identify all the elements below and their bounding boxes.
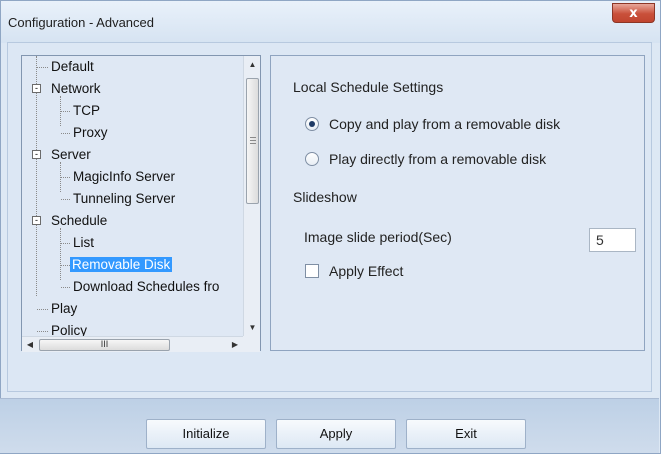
title-bar[interactable]: Configuration - Advanced <box>1 1 660 43</box>
radio-copy-and-play[interactable] <box>305 117 319 131</box>
slide-period-input[interactable]: 5 <box>589 228 636 252</box>
close-icon: x <box>629 5 638 21</box>
tree-item-label: Server <box>51 147 91 162</box>
tree-item-label: Schedule <box>51 213 108 228</box>
grip-line <box>250 143 256 144</box>
tree-item-list[interactable]: List <box>71 233 96 253</box>
scroll-up-icon[interactable]: ▲ <box>244 56 261 73</box>
tree-item-server[interactable]: Server <box>49 145 93 165</box>
tree-item-policy[interactable]: Policy <box>49 321 89 336</box>
grip-line <box>250 137 256 138</box>
tree-line <box>37 67 48 68</box>
tree-item-default[interactable]: Default <box>49 57 96 77</box>
tree-item-label: List <box>73 235 95 250</box>
tree-line <box>61 111 70 112</box>
apply-button[interactable]: Apply <box>276 419 396 449</box>
tree-item-label: Play <box>51 301 78 316</box>
local-schedule-settings-title: Local Schedule Settings <box>293 79 444 95</box>
tree-line <box>61 199 70 200</box>
tree-list: - - - Default Network TCP Proxy Server M… <box>22 56 243 336</box>
collapse-icon[interactable]: - <box>32 84 41 93</box>
scroll-down-icon[interactable]: ▼ <box>244 319 261 336</box>
tree-line <box>61 243 70 244</box>
tree-item-label: TCP <box>73 103 100 118</box>
radio-play-directly[interactable] <box>305 152 319 166</box>
radio-copy-and-play-label[interactable]: Copy and play from a removable disk <box>329 116 560 132</box>
tree-line <box>61 133 70 134</box>
apply-effect-label[interactable]: Apply Effect <box>329 263 403 279</box>
tree-item-removable-disk[interactable]: Removable Disk <box>70 255 173 275</box>
tree-line <box>37 309 48 310</box>
tree-line <box>61 177 70 178</box>
scroll-left-icon[interactable]: ◀ <box>22 337 38 353</box>
tree-vertical-scrollbar[interactable]: ▲ ▼ <box>243 56 260 336</box>
tree-item-label: Tunneling Server <box>73 191 176 206</box>
exit-button[interactable]: Exit <box>406 419 526 449</box>
tree-item-play[interactable]: Play <box>49 299 79 319</box>
initialize-button[interactable]: Initialize <box>146 419 266 449</box>
slide-period-label: Image slide period(Sec) <box>304 229 452 245</box>
window-title: Configuration - Advanced <box>8 15 154 30</box>
tree-item-tcp[interactable]: TCP <box>71 101 102 121</box>
tree-line <box>60 228 61 280</box>
tree-line <box>61 265 70 266</box>
apply-effect-checkbox[interactable] <box>305 264 319 278</box>
tree-item-label: Removable Disk <box>70 257 173 272</box>
tree-item-tunneling-server[interactable]: Tunneling Server <box>71 189 177 209</box>
scrollbar-corner <box>243 336 260 352</box>
collapse-icon[interactable]: - <box>32 150 41 159</box>
tree-item-download-schedules[interactable]: Download Schedules fro <box>71 277 221 297</box>
tree-item-magicinfo-server[interactable]: MagicInfo Server <box>71 167 177 187</box>
horizontal-scroll-thumb[interactable]: III <box>39 339 170 351</box>
grip-line <box>250 140 256 141</box>
slideshow-title: Slideshow <box>293 189 357 205</box>
tree-line <box>61 287 70 288</box>
tree-item-label: MagicInfo Server <box>73 169 176 184</box>
tree-item-proxy[interactable]: Proxy <box>71 123 110 143</box>
tree-horizontal-scrollbar[interactable]: ◀ III ▶ <box>22 336 243 352</box>
tree-item-label: Policy <box>51 323 88 336</box>
close-button[interactable]: x <box>612 3 655 23</box>
collapse-icon[interactable]: - <box>32 216 41 225</box>
tree-item-network[interactable]: Network <box>49 79 103 99</box>
vertical-scroll-thumb[interactable] <box>246 78 259 204</box>
tree-item-label: Default <box>51 59 94 74</box>
tree-item-schedule[interactable]: Schedule <box>49 211 109 231</box>
tree-item-label: Download Schedules fro <box>73 279 220 294</box>
scroll-right-icon[interactable]: ▶ <box>227 337 243 353</box>
tree-item-label: Proxy <box>73 125 108 140</box>
tree-line <box>37 331 48 332</box>
radio-play-directly-label[interactable]: Play directly from a removable disk <box>329 151 546 167</box>
tree-item-label: Network <box>51 81 101 96</box>
settings-tree: - - - Default Network TCP Proxy Server M… <box>21 55 261 352</box>
